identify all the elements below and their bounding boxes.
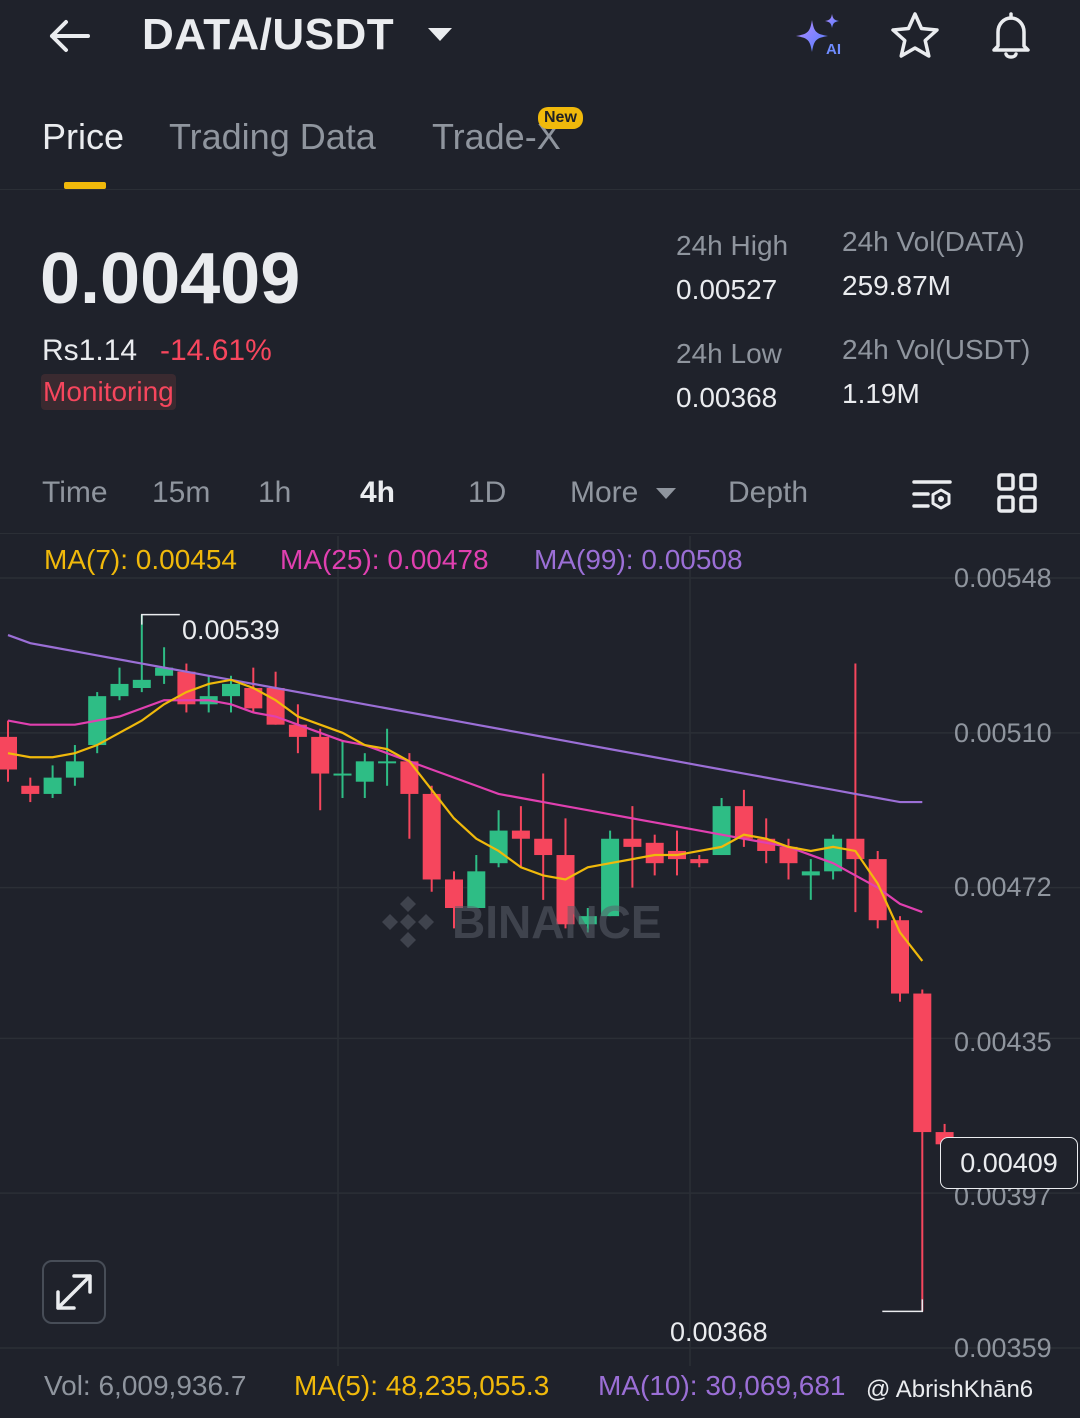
high-marker-label: 0.00539 xyxy=(182,615,280,645)
page-tabs: Price Trading Data Trade-X New xyxy=(0,90,1080,190)
candle-body xyxy=(378,761,397,764)
pair-dropdown-icon[interactable] xyxy=(428,28,452,41)
candle-body xyxy=(868,859,887,921)
ma25-line xyxy=(7,699,923,914)
volume-value: Vol: 6,009,936.7 xyxy=(44,1370,247,1401)
back-arrow-icon[interactable] xyxy=(44,14,94,58)
ai-sparkle-icon[interactable]: AI xyxy=(792,12,848,58)
candle-body xyxy=(690,859,709,864)
interval-15m[interactable]: 15m xyxy=(152,476,210,510)
price-change-percent: -14.61% xyxy=(160,334,272,367)
fiat-price: Rs1.14 xyxy=(42,334,138,367)
vol-base-label: 24h Vol(DATA) xyxy=(842,226,1025,257)
candle-body xyxy=(43,777,62,794)
low-marker-label: 0.00368 xyxy=(670,1317,768,1347)
candle-body xyxy=(222,683,240,697)
candle-body xyxy=(311,736,330,774)
candle-body xyxy=(511,830,530,839)
candle-body xyxy=(110,683,129,697)
candle-body xyxy=(21,785,40,794)
depth-tab[interactable]: Depth xyxy=(728,476,808,510)
high-24h-value: 0.00527 xyxy=(676,274,778,305)
y-tick-label: 0.00359 xyxy=(954,1333,1052,1363)
low-24h-label: 24h Low xyxy=(676,338,782,369)
high-marker-line xyxy=(141,613,180,625)
interval-more[interactable]: More xyxy=(570,476,638,510)
fullscreen-expand-button[interactable] xyxy=(42,1260,106,1324)
y-tick-label: 0.00510 xyxy=(954,718,1052,748)
watermark-text: BINANCE xyxy=(452,896,662,948)
active-tab-indicator xyxy=(64,182,106,189)
candle-body xyxy=(913,993,932,1133)
last-price: 0.00409 xyxy=(40,239,301,319)
volume-ma5: MA(5): 48,235,055.3 xyxy=(294,1370,550,1401)
chart-settings-icon[interactable] xyxy=(910,474,954,516)
candle-body xyxy=(623,838,642,847)
candle-body xyxy=(801,871,820,876)
more-dropdown-icon[interactable] xyxy=(656,488,676,499)
tab-trading-data[interactable]: Trading Data xyxy=(169,116,376,158)
low-marker-line xyxy=(882,1299,924,1313)
low-24h-value: 0.00368 xyxy=(676,382,778,413)
high-24h-label: 24h High xyxy=(676,230,789,261)
volume-ma10: MA(10): 30,069,681 xyxy=(598,1370,846,1401)
candle-body xyxy=(534,838,553,856)
y-tick-label: 0.00472 xyxy=(954,872,1052,902)
monitoring-tag[interactable]: Monitoring xyxy=(41,374,176,410)
interval-bar: Time 15m 1h 4h 1D More Depth xyxy=(0,460,1080,534)
interval-1h[interactable]: 1h xyxy=(258,476,291,510)
ma7-legend: MA(7): 0.00454 xyxy=(44,544,237,575)
candle-body xyxy=(400,761,419,794)
trading-pair-title[interactable]: DATA/USDT xyxy=(142,10,394,60)
y-tick-label: 0.00435 xyxy=(954,1027,1052,1057)
candle-body xyxy=(132,679,151,688)
favorite-star-icon[interactable] xyxy=(888,10,942,62)
ma99-legend: MA(99): 0.00508 xyxy=(534,544,743,575)
vol-quote-label: 24h Vol(USDT) xyxy=(842,334,1031,365)
ma25-legend: MA(25): 0.00478 xyxy=(280,544,489,575)
candle-body xyxy=(65,761,84,778)
expand-arrows-icon xyxy=(56,1274,92,1310)
interval-1d[interactable]: 1D xyxy=(468,476,506,510)
candle-body xyxy=(355,761,374,782)
interval-time[interactable]: Time xyxy=(42,476,108,510)
interval-4h[interactable]: 4h xyxy=(360,476,395,510)
notification-bell-icon[interactable] xyxy=(984,8,1038,62)
candle-body xyxy=(333,773,352,776)
svg-text:AI: AI xyxy=(826,41,841,58)
candle-body xyxy=(645,842,664,864)
layout-grid-icon[interactable] xyxy=(996,472,1038,514)
candle-body xyxy=(422,793,441,880)
binance-watermark: BINANCE xyxy=(382,896,662,948)
vol-quote-value: 1.19M xyxy=(842,378,920,409)
new-badge: New xyxy=(538,107,583,129)
author-credit: @ AbrishKhān6 xyxy=(866,1376,1034,1403)
current-price-tag: 0.00409 xyxy=(940,1137,1078,1189)
y-tick-label: 0.00548 xyxy=(954,563,1052,593)
top-bar: DATA/USDT AI xyxy=(0,0,1080,80)
tab-price[interactable]: Price xyxy=(42,116,124,158)
vol-base-value: 259.87M xyxy=(842,270,951,301)
